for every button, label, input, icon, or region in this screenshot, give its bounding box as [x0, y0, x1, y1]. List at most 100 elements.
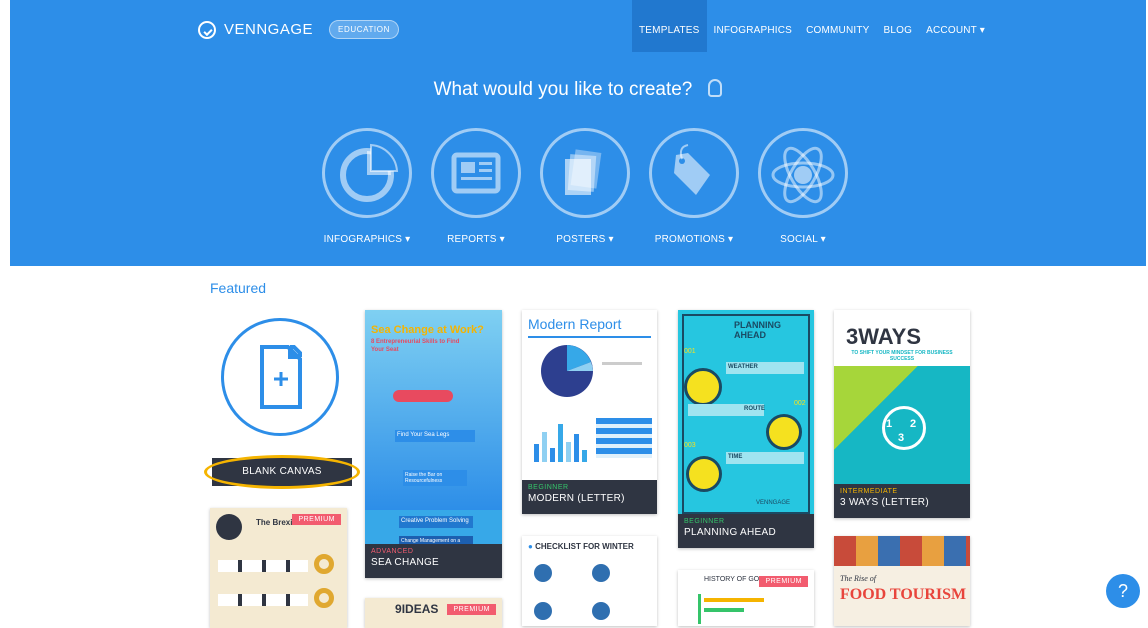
- timeline-bar: [704, 608, 744, 612]
- step-number: 001: [684, 348, 696, 355]
- category-label[interactable]: PROMOTIONS ▾: [649, 234, 739, 245]
- globe-icon: [216, 514, 242, 540]
- template-card-checklist[interactable]: ● CHECKLIST FOR WINTER: [522, 536, 657, 626]
- blank-document-icon[interactable]: [221, 318, 339, 436]
- brand-name: VENNGAGE: [224, 21, 314, 38]
- template-card-brexit[interactable]: The Brexit PREMIUM: [210, 508, 347, 628]
- card-level: BEGINNER: [684, 518, 725, 525]
- premium-badge: PREMIUM: [759, 576, 808, 587]
- timeline-line: [698, 594, 701, 624]
- template-card-food-tourism[interactable]: The Rise of FOOD TOURISM: [834, 536, 970, 626]
- hero-banner: VENNGAGE EDUCATION TEMPLATES INFOGRAPHIC…: [10, 0, 1146, 266]
- category-label[interactable]: INFOGRAPHICS ▾: [322, 234, 412, 245]
- card-title-number: 9: [395, 602, 402, 616]
- card-name: PLANNING AHEAD: [684, 527, 777, 538]
- nav-templates[interactable]: TEMPLATES: [632, 0, 707, 52]
- checklist-icon: [592, 564, 610, 582]
- category-label[interactable]: REPORTS ▾: [431, 234, 521, 245]
- step-number: 1: [886, 418, 893, 430]
- help-button[interactable]: ?: [1106, 574, 1140, 608]
- step-number: 3: [898, 432, 905, 444]
- highlight-ring: [204, 455, 360, 489]
- card-title-text: CHECKLIST FOR WINTER: [535, 542, 634, 551]
- bullet-icon: ●: [528, 542, 536, 551]
- checklist-icon: [592, 602, 610, 620]
- section-label: WEATHER: [728, 364, 758, 370]
- nav-account[interactable]: ACCOUNT ▾: [919, 0, 992, 52]
- card-footer: BEGINNER PLANNING AHEAD: [678, 514, 814, 548]
- checklist-icon: [534, 564, 552, 582]
- donut-icon: [314, 588, 334, 608]
- card-subtitle: 8 Entrepreneurial Skills to Find Your Se…: [371, 339, 460, 353]
- card-title: 9IDEAS: [395, 602, 438, 616]
- featured-heading: Featured: [210, 280, 267, 296]
- donut-icon: [314, 554, 334, 574]
- category-reports[interactable]: REPORTS ▾: [431, 128, 521, 245]
- lightbulb-icon: [708, 79, 723, 97]
- card-title: The Brexit: [256, 518, 296, 527]
- card-title: PLANNING AHEAD: [734, 320, 781, 340]
- template-card-history[interactable]: HISTORY OF GOOG PREMIUM: [678, 570, 814, 626]
- step-number: 002: [794, 400, 806, 407]
- bar-chart-icon: [534, 424, 587, 462]
- template-card-ideas[interactable]: 9IDEAS PREMIUM: [365, 598, 502, 628]
- card-footer: ADVANCED SEA CHANGE: [365, 544, 502, 578]
- umbrella-icon: [684, 368, 722, 406]
- top-nav: TEMPLATES INFOGRAPHICS COMMUNITY BLOG AC…: [632, 0, 992, 52]
- card-title: ● CHECKLIST FOR WINTER: [528, 542, 634, 551]
- card-title-small: The Rise of: [840, 574, 876, 583]
- template-card-modern-report[interactable]: Modern Report BEGINNER MODERN (LETTER): [522, 310, 657, 514]
- card-step-label: Find Your Sea Legs: [397, 432, 450, 438]
- price-tag-icon[interactable]: [649, 128, 739, 218]
- education-badge: EDUCATION: [329, 20, 399, 39]
- card-divider: [528, 336, 651, 338]
- hero-title-text: What would you like to create?: [433, 79, 693, 100]
- card-title-text: IDEAS: [401, 602, 439, 616]
- timeline-bar: [704, 598, 764, 602]
- step-number: 003: [684, 442, 696, 449]
- pie-chart-icon[interactable]: [322, 128, 412, 218]
- category-row: INFOGRAPHICS ▾ REPORTS ▾ POSTERS ▾ PROMO…: [322, 128, 848, 245]
- category-infographics[interactable]: INFOGRAPHICS ▾: [322, 128, 412, 245]
- category-label[interactable]: SOCIAL ▾: [758, 234, 848, 245]
- atom-social-icon[interactable]: [758, 128, 848, 218]
- card-level: BEGINNER: [528, 484, 569, 491]
- category-promotions[interactable]: PROMOTIONS ▾: [649, 128, 739, 245]
- card-name: 3 WAYS (LETTER): [840, 497, 929, 508]
- nav-community[interactable]: COMMUNITY: [799, 0, 876, 52]
- card-name: SEA CHANGE: [371, 557, 440, 568]
- category-posters[interactable]: POSTERS ▾: [540, 128, 630, 245]
- card-title: Modern Report: [528, 316, 622, 332]
- card-subtitle: TO SHIFT YOUR MINDSET FOR BUSINESS SUCCE…: [851, 350, 953, 362]
- section-label: ROUTE: [744, 406, 765, 412]
- stat-row: [218, 560, 308, 572]
- map-pin-icon: [766, 414, 802, 450]
- pie-chart-icon: [541, 345, 593, 397]
- poster-stack-icon[interactable]: [540, 128, 630, 218]
- card-title: Sea Change at Work?: [371, 324, 484, 336]
- card-title: 3WAYS: [846, 324, 922, 349]
- nav-blog[interactable]: BLOG: [877, 0, 920, 52]
- brand-logo[interactable]: VENNGAGE EDUCATION: [198, 20, 399, 39]
- template-card-planning-ahead[interactable]: PLANNING AHEAD 001 WEATHER 002 ROUTE 003…: [678, 310, 814, 548]
- card-title: FOOD TOURISM: [840, 586, 967, 603]
- checklist-icon: [534, 602, 552, 620]
- hero-title: What would you like to create?: [10, 79, 1146, 101]
- nav-infographics[interactable]: INFOGRAPHICS: [707, 0, 800, 52]
- card-level: ADVANCED: [371, 548, 414, 555]
- blank-canvas[interactable]: BLANK CANVAS: [204, 318, 360, 489]
- newspaper-icon[interactable]: [431, 128, 521, 218]
- section-label: TIME: [728, 454, 743, 460]
- category-social[interactable]: SOCIAL ▾: [758, 128, 848, 245]
- clock-icon: [686, 456, 722, 492]
- stat-row: [218, 594, 308, 606]
- category-label[interactable]: POSTERS ▾: [540, 234, 630, 245]
- mini-table: [596, 418, 652, 458]
- step-number: 2: [910, 418, 917, 430]
- ship-icon: [393, 390, 453, 402]
- card-step-label: Creative Problem Solving: [401, 518, 469, 524]
- premium-badge: PREMIUM: [447, 604, 496, 615]
- template-card-sea-change[interactable]: Sea Change at Work? 8 Entrepreneurial Sk…: [365, 310, 502, 578]
- template-card-3-ways[interactable]: 3WAYS TO SHIFT YOUR MINDSET FOR BUSINESS…: [834, 310, 970, 518]
- card-name: MODERN (LETTER): [528, 493, 625, 504]
